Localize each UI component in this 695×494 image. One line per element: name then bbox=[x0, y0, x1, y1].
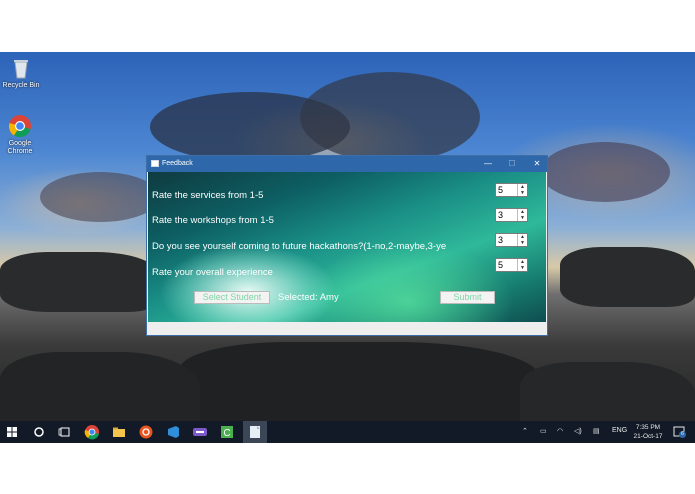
desktop-icon-label: Recycle Bin bbox=[2, 82, 40, 89]
chevron-up-icon[interactable]: ⌃ bbox=[522, 427, 528, 435]
close-button[interactable]: ✕ bbox=[527, 158, 547, 170]
spinner-arrows-icon[interactable]: ▲ ▼ bbox=[517, 234, 527, 246]
chrome-icon[interactable] bbox=[84, 424, 100, 440]
clock-date: 21-Oct-17 bbox=[633, 433, 663, 440]
window-bottom-strip bbox=[148, 322, 546, 335]
rock bbox=[560, 247, 695, 307]
notification-count: 6 bbox=[679, 431, 686, 438]
overall-rating-spinner[interactable]: 5 ▲ ▼ bbox=[495, 258, 528, 272]
feedback-window: Feedback — ☐ ✕ Rate the services from 1-… bbox=[146, 155, 548, 336]
cloud bbox=[300, 72, 480, 162]
window-titlebar[interactable]: Feedback — ☐ ✕ bbox=[147, 156, 547, 172]
submit-button[interactable]: Submit bbox=[440, 291, 495, 304]
maximize-button[interactable]: ☐ bbox=[502, 158, 522, 170]
rock bbox=[180, 342, 540, 432]
window-title: Feedback bbox=[162, 160, 193, 167]
battery-icon[interactable]: ▭ bbox=[540, 427, 547, 435]
search-icon[interactable] bbox=[31, 424, 47, 440]
form-area: Rate the services from 1-5 5 ▲ ▼ Rate the… bbox=[148, 172, 546, 322]
ubuntu-icon[interactable] bbox=[138, 424, 154, 440]
language-indicator[interactable]: ENG bbox=[612, 427, 627, 434]
rock bbox=[0, 252, 160, 312]
chrome-icon bbox=[8, 114, 32, 138]
services-rating-spinner[interactable]: 5 ▲ ▼ bbox=[495, 183, 528, 197]
task-view-icon[interactable] bbox=[57, 424, 73, 440]
volume-icon[interactable]: ◁) bbox=[574, 427, 582, 435]
taskbar: C ⌃ ▭ ◠ ◁) ▤ ENG 7:35 PM 21-Oct-17 6 bbox=[0, 421, 695, 443]
camtasia-icon[interactable]: C bbox=[219, 424, 235, 440]
feedback-app-icon[interactable] bbox=[243, 421, 267, 443]
spinner-arrows-icon[interactable]: ▲ ▼ bbox=[517, 209, 527, 221]
recycle-bin-icon bbox=[9, 56, 33, 80]
future-hackathons-value: 3 bbox=[498, 235, 504, 245]
desktop-icon-chrome[interactable]: Google Chrome bbox=[0, 114, 44, 156]
question-overall-label: Rate your overall experience bbox=[152, 267, 273, 278]
services-rating-value: 5 bbox=[498, 185, 504, 195]
app-window-icon bbox=[151, 160, 159, 167]
question-workshops-label: Rate the workshops from 1-5 bbox=[152, 215, 274, 226]
desktop-icon-label: Google Chrome bbox=[7, 140, 33, 155]
file-explorer-icon[interactable] bbox=[111, 424, 127, 440]
minimize-button[interactable]: — bbox=[478, 158, 498, 170]
question-future-hackathons-label: Do you see yourself coming to future hac… bbox=[152, 241, 447, 252]
selected-student-text: Selected: Amy bbox=[278, 292, 339, 303]
clock[interactable]: 7:35 PM 21-Oct-17 bbox=[630, 423, 666, 441]
desktop-icon-recycle-bin[interactable]: Recycle Bin bbox=[0, 56, 45, 90]
future-hackathons-spinner[interactable]: 3 ▲ ▼ bbox=[495, 233, 528, 247]
spinner-arrows-icon[interactable]: ▲ ▼ bbox=[517, 259, 527, 271]
overall-rating-value: 5 bbox=[498, 260, 504, 270]
workshops-rating-value: 3 bbox=[498, 210, 504, 220]
workshops-rating-spinner[interactable]: 3 ▲ ▼ bbox=[495, 208, 528, 222]
clock-time: 7:35 PM bbox=[635, 424, 661, 431]
visual-studio-icon[interactable] bbox=[165, 424, 181, 440]
terminal-icon[interactable] bbox=[192, 424, 208, 440]
notification-center-icon[interactable]: 6 bbox=[673, 425, 686, 438]
svg-text:C: C bbox=[223, 428, 230, 439]
spinner-arrows-icon[interactable]: ▲ ▼ bbox=[517, 184, 527, 196]
start-icon[interactable] bbox=[4, 424, 20, 440]
question-services-label: Rate the services from 1-5 bbox=[152, 190, 264, 201]
keyboard-icon[interactable]: ▤ bbox=[593, 427, 600, 435]
select-student-button[interactable]: Select Student bbox=[194, 291, 270, 304]
wifi-icon[interactable]: ◠ bbox=[557, 427, 563, 435]
cloud bbox=[540, 142, 670, 202]
cloud bbox=[40, 172, 160, 222]
